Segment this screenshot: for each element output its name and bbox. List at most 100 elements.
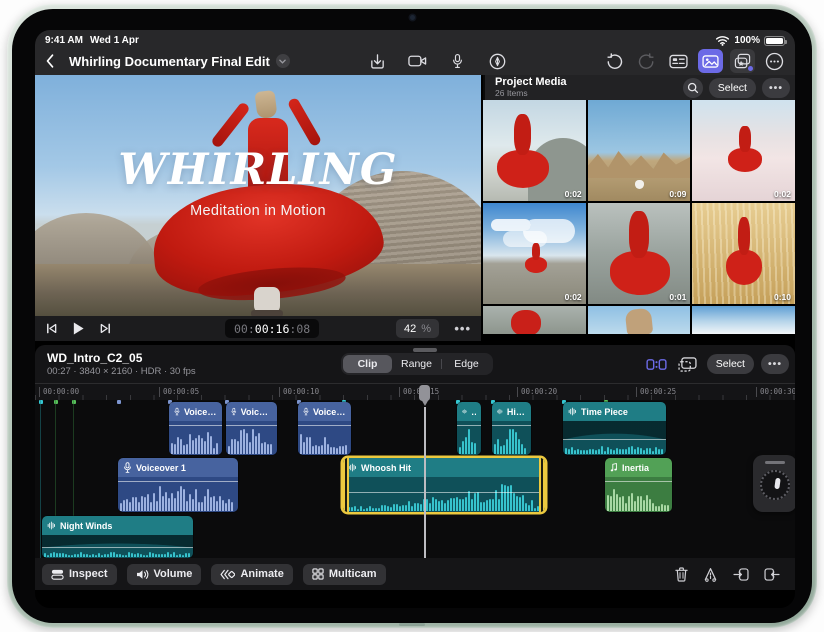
export-button[interactable] [365, 49, 390, 73]
waveform-icon [462, 407, 467, 416]
magnetic-timeline-icon [646, 357, 667, 372]
video-subtitle-overlay: Meditation in Motion [190, 203, 326, 219]
ellipsis-circle-icon [765, 52, 784, 71]
skip-forward-icon [99, 322, 112, 335]
skip-forward-button[interactable] [99, 322, 112, 335]
insert-right-icon [764, 568, 780, 581]
wifi-icon [715, 35, 730, 46]
jog-wheel[interactable] [753, 455, 795, 512]
chevron-down-icon [278, 58, 287, 65]
timeline-clip-voiceover2-a[interactable]: Voiceover 2 [169, 402, 222, 455]
mode-edge[interactable]: Edge [442, 355, 491, 373]
skip-back-button[interactable] [45, 322, 58, 335]
inspect-icon [51, 568, 64, 581]
multicam-button[interactable]: Multicam [302, 563, 386, 585]
jog-dial[interactable] [760, 470, 790, 500]
microphone-icon [174, 406, 180, 417]
redo-button[interactable] [634, 49, 659, 73]
status-bar: 9:41 AM Wed 1 Apr 100% [35, 30, 795, 47]
timeline-more-button[interactable]: ••• [760, 354, 789, 374]
video-viewer[interactable]: WHIRLING Meditation in Motion [35, 75, 481, 316]
split-clip-button[interactable] [703, 567, 718, 582]
multicam-grid-icon [312, 568, 324, 580]
trim-handle-right[interactable] [539, 458, 545, 512]
animate-icon [220, 569, 235, 580]
timeline-clip-voiceover1[interactable]: Voiceover 1 [118, 458, 238, 512]
magnetic-timeline-button[interactable] [645, 353, 669, 375]
pencil-icon [489, 53, 506, 70]
play-button[interactable] [72, 321, 85, 336]
viewer-more-button[interactable]: ••• [454, 316, 471, 341]
selection-mode-control: Clip Range Edge [341, 353, 493, 375]
media-select-button[interactable]: Select [708, 77, 756, 98]
timeline-clip-time-piece[interactable]: Time Piece [563, 402, 666, 455]
trim-handle-left[interactable] [343, 458, 349, 512]
timeline-select-button[interactable]: Select [706, 354, 754, 374]
media-browser-button[interactable] [698, 49, 723, 73]
play-icon [72, 321, 85, 336]
timeline-footer: Inspect Volume Animate Multicam [35, 562, 795, 586]
timeline-clip-inertia[interactable]: Inertia [605, 458, 672, 512]
microphone-icon [452, 53, 463, 69]
timeline-clip-night-winds[interactable]: Night Winds [42, 516, 193, 558]
overwrite-clip-button[interactable] [764, 568, 780, 581]
more-toolbar-button[interactable] [762, 49, 787, 73]
timeline-clip-voiceover3[interactable]: Voiceover 3 [298, 402, 351, 455]
animate-button[interactable]: Animate [211, 563, 293, 585]
title-menu-button[interactable] [275, 54, 290, 68]
media-thumbnail[interactable] [483, 306, 586, 334]
back-button[interactable] [45, 50, 65, 72]
delete-clip-button[interactable] [675, 567, 688, 582]
playhead[interactable] [419, 385, 431, 560]
playback-bar: 00: 00:16:08 42% ••• [35, 316, 481, 341]
chevron-left-icon [45, 53, 55, 69]
inspect-button[interactable]: Inspect [42, 563, 117, 585]
timecode-display[interactable]: 00: 00:16:08 [225, 319, 320, 338]
timeline-tracks[interactable]: Voiceover 2 Voiceover 2 Voiceover 3 … Hi… [35, 400, 795, 558]
media-thumbnail[interactable]: 0:02 [692, 100, 795, 201]
mode-range[interactable]: Range [392, 355, 441, 373]
insert-clip-button[interactable] [733, 568, 749, 581]
timeline-clip-voiceover2-b[interactable]: Voiceover 2 [226, 402, 277, 455]
record-video-button[interactable] [405, 49, 430, 73]
panel-drag-handle[interactable] [413, 348, 437, 352]
smart-connector [399, 623, 425, 626]
timeline-clip-high[interactable]: High… [492, 402, 531, 455]
media-thumbnail[interactable] [587, 306, 691, 334]
insert-left-icon [733, 568, 749, 581]
media-thumbnail[interactable]: 0:02 [483, 100, 586, 201]
clip-appearance-button[interactable] [676, 353, 700, 375]
mode-clip[interactable]: Clip [343, 355, 392, 373]
media-more-button[interactable]: ••• [761, 77, 790, 98]
media-grid: 0:02 0:09 0:02 0:02 0:01 0:10 [483, 100, 795, 334]
battery-percent: 100% [734, 35, 760, 46]
timeline-clip-audio-short[interactable]: … [457, 402, 481, 455]
trash-icon [675, 567, 688, 582]
timeline-ruler[interactable]: 00:00:00 00:00:05 00:00:10 00:00:15 00:0… [35, 383, 795, 400]
volume-button[interactable]: Volume [126, 563, 202, 585]
media-thumbnail[interactable]: 0:01 [587, 203, 691, 304]
pencil-tools-button[interactable] [485, 49, 510, 73]
timeline-clip-info: 00:27 · 3840 × 2160 · HDR · 30 fps [47, 366, 196, 377]
music-note-icon [610, 462, 618, 473]
waveform-icon [47, 521, 56, 530]
inspector-button[interactable] [666, 49, 691, 73]
camera-icon [408, 54, 427, 68]
split-clip-icon [703, 567, 718, 582]
undo-button[interactable] [602, 49, 627, 73]
media-thumbnail[interactable]: 0:02 [483, 203, 586, 304]
media-thumbnail[interactable] [692, 306, 795, 334]
microphone-icon [231, 406, 237, 417]
effects-button[interactable] [730, 49, 755, 73]
record-voiceover-button[interactable] [445, 49, 470, 73]
project-title[interactable]: Whirling Documentary Final Edit [69, 54, 290, 69]
screen: 9:41 AM Wed 1 Apr 100% Whirling Document… [35, 30, 795, 608]
timeline-clip-whoosh-hit[interactable]: Whoosh Hit [343, 458, 545, 512]
viewer-zoom-control[interactable]: 42% [395, 319, 439, 338]
top-chrome: 9:41 AM Wed 1 Apr 100% Whirling Document… [35, 30, 795, 75]
media-thumbnail[interactable]: 0:09 [587, 100, 691, 201]
speaker-icon [136, 569, 149, 580]
ipad-device: 9:41 AM Wed 1 Apr 100% Whirling Document… [0, 0, 824, 632]
search-button[interactable] [682, 77, 703, 98]
media-thumbnail[interactable]: 0:10 [692, 203, 795, 304]
